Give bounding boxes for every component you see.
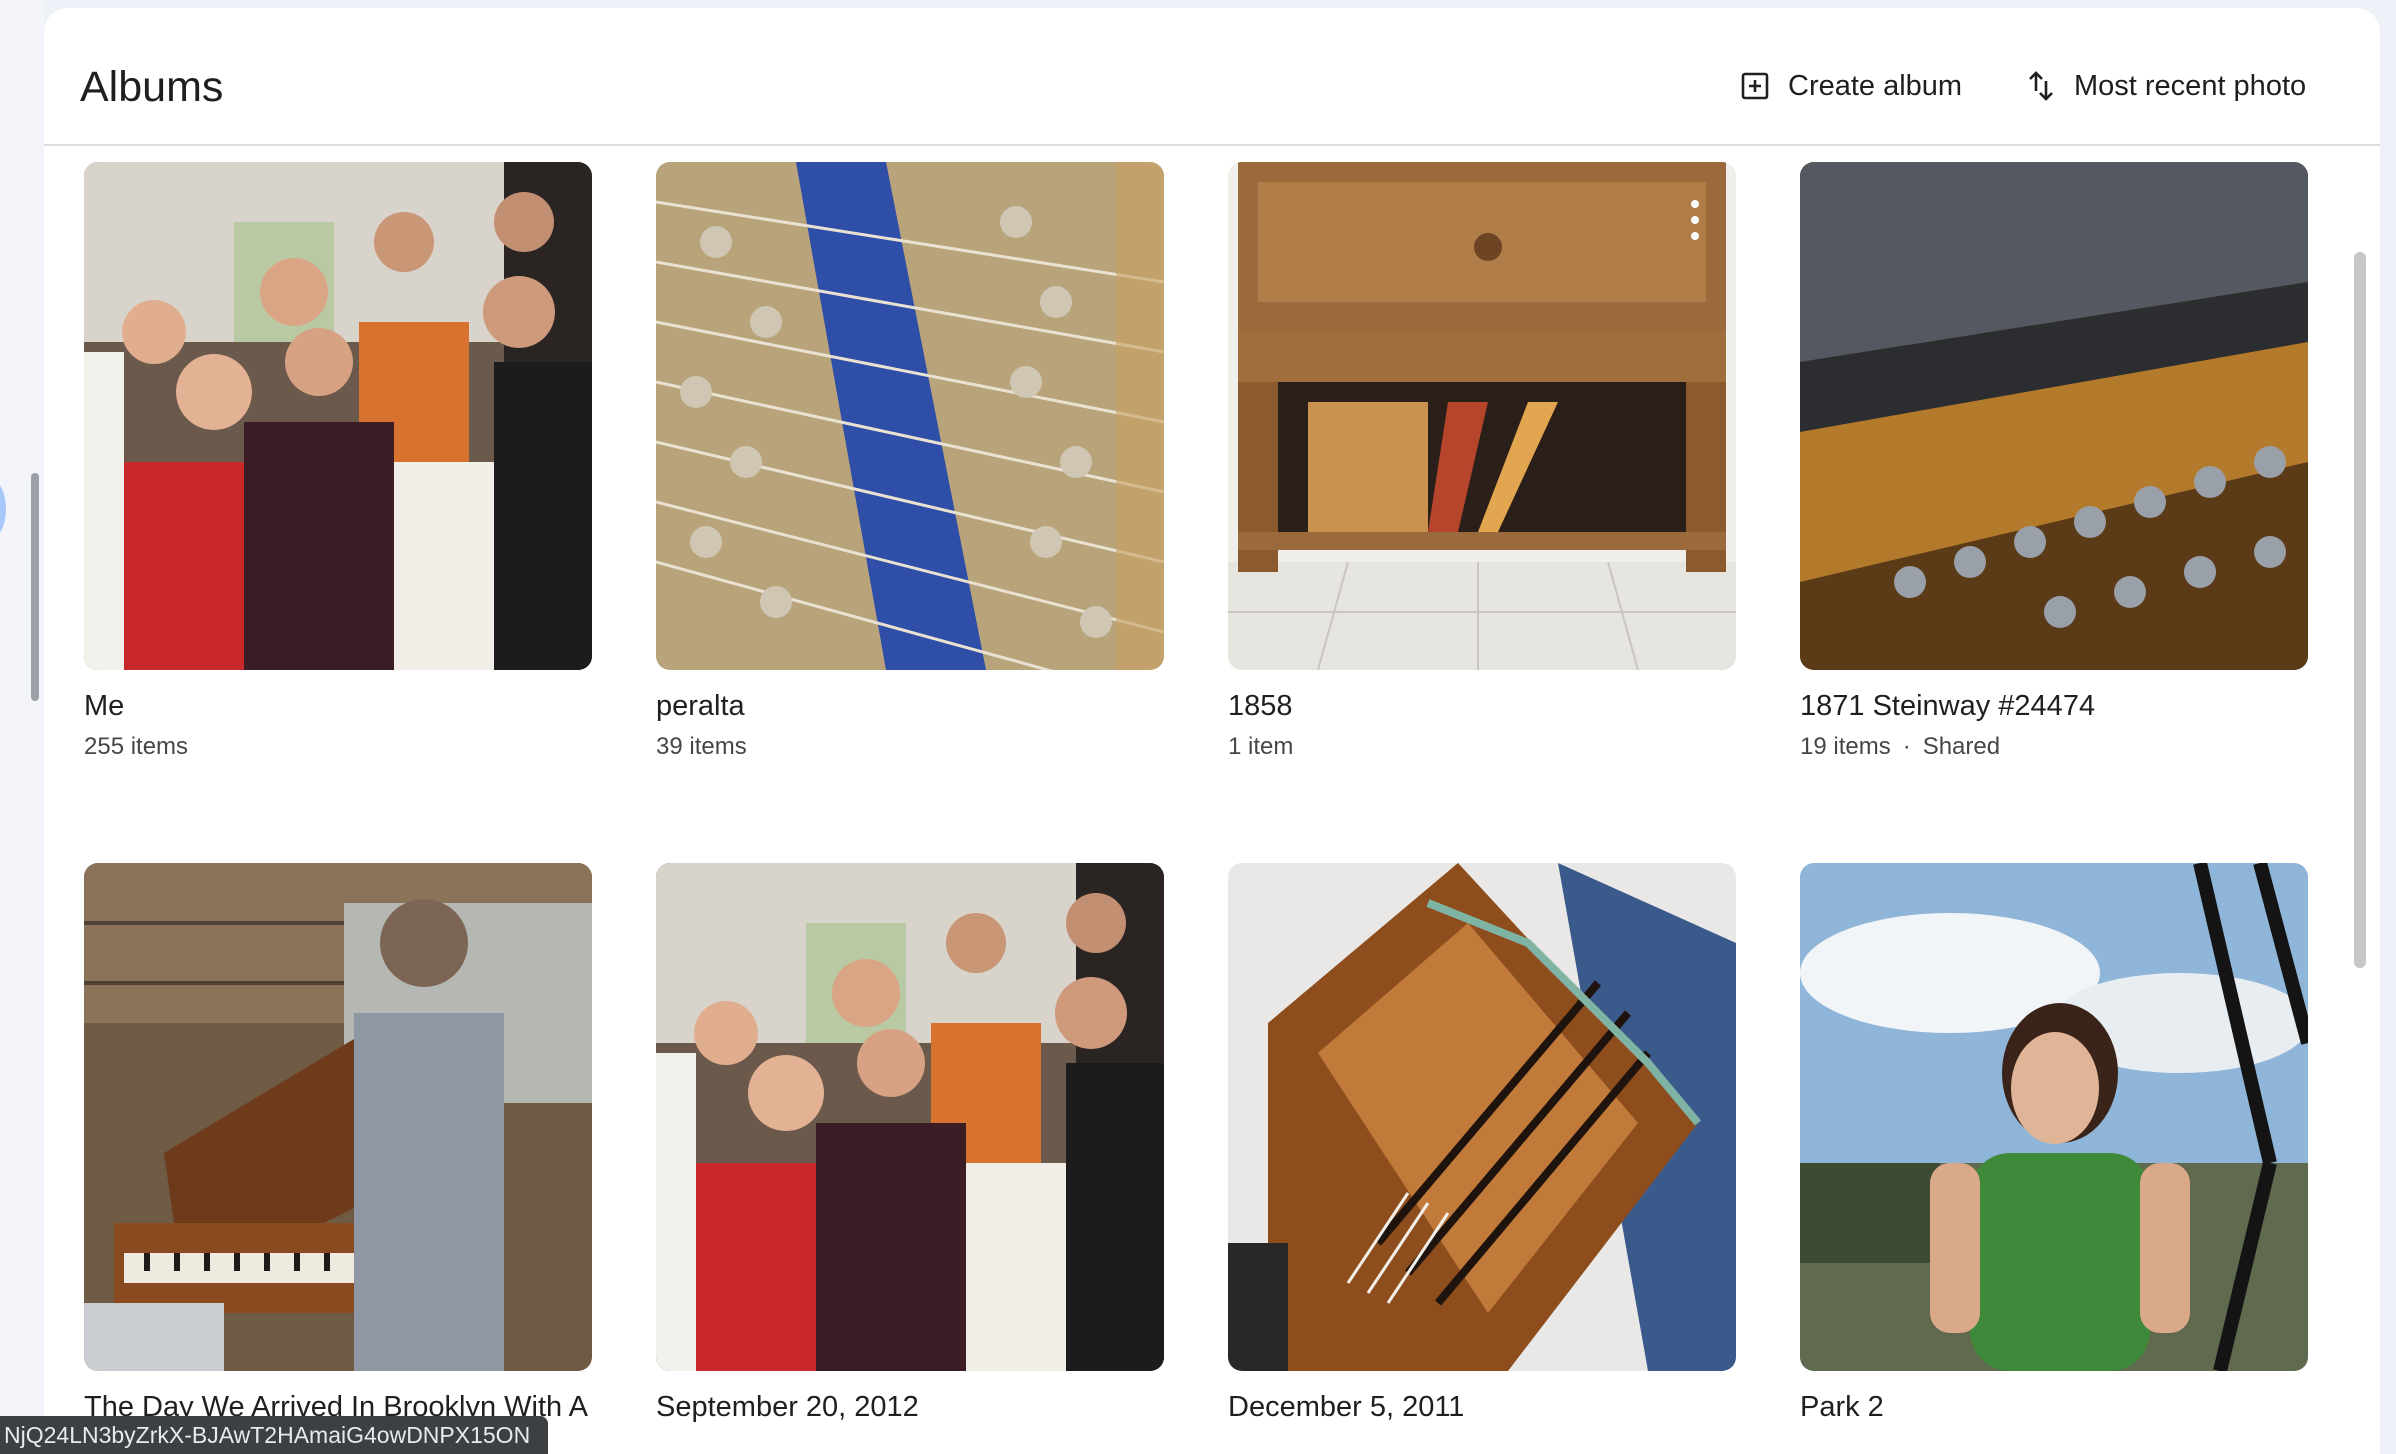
album-card-peralta[interactable]: peralta 39 items: [656, 162, 1164, 761]
album-cover-image: [1228, 863, 1736, 1371]
meta-separator: ·: [1902, 733, 1911, 760]
album-item-count: 19 items: [1800, 733, 1891, 760]
album-title[interactable]: peralta: [656, 690, 1164, 723]
album-title[interactable]: 1858: [1228, 690, 1736, 723]
album-title[interactable]: Park 2: [1800, 1391, 2308, 1424]
album-card-1858[interactable]: 1858 1 item: [1228, 162, 1736, 761]
album-item-count: 255 items: [84, 733, 189, 760]
albums-scrollbar-thumb[interactable]: [2354, 252, 2366, 968]
nav-scrollbar[interactable]: [31, 473, 39, 701]
swap-vert-icon: [2029, 71, 2053, 101]
album-title[interactable]: December 5, 2011: [1228, 1391, 1736, 1424]
create-album-button[interactable]: Create album: [1740, 62, 1962, 110]
album-card-september-20-2012[interactable]: September 20, 2012: [656, 863, 1164, 1424]
album-cover[interactable]: [84, 162, 592, 670]
album-cover[interactable]: [84, 863, 592, 1371]
sort-label: Most recent photo: [2074, 69, 2307, 102]
album-title[interactable]: Me: [84, 690, 592, 723]
album-cover[interactable]: [1228, 162, 1736, 670]
album-cover-image: [1800, 162, 2308, 670]
albums-header: Albums Create album Most recent photo: [44, 8, 2380, 146]
album-shared-label: Shared: [1922, 733, 2001, 760]
album-cover[interactable]: [1800, 162, 2308, 670]
album-title[interactable]: 1871 Steinway #24474: [1800, 690, 2308, 723]
more-vert-icon[interactable]: [1688, 200, 1702, 246]
link-status-bar: NjQ24LN3byZrkX-BJAwT2HAmaiG4owDNPX15ON: [0, 1416, 549, 1454]
album-cover[interactable]: [1228, 863, 1736, 1371]
album-cover-image: [656, 863, 1164, 1371]
album-cover[interactable]: [656, 863, 1164, 1371]
album-cover-image: [1800, 863, 2308, 1371]
album-cover-image: [1228, 162, 1736, 670]
create-album-label: Create album: [1788, 69, 1963, 102]
album-title[interactable]: September 20, 2012: [656, 1391, 1164, 1424]
album-cover[interactable]: [1800, 863, 2308, 1371]
album-meta: 255 items: [84, 733, 592, 761]
album-card-me[interactable]: Me 255 items: [84, 162, 592, 761]
album-cover-image: [84, 162, 592, 670]
albums-panel: Albums Create album Most recent photo Me…: [44, 8, 2380, 1454]
album-meta: 19 items · Shared: [1800, 733, 2308, 761]
album-cover-image: [84, 863, 592, 1371]
album-card-park-2[interactable]: Park 2: [1800, 863, 2308, 1424]
albums-scrollbar[interactable]: [2350, 146, 2366, 1436]
album-item-count: 1 item: [1228, 733, 1294, 760]
album-cover[interactable]: [656, 162, 1164, 670]
sort-button[interactable]: Most recent photo: [2026, 62, 2306, 110]
album-card-1871-steinway[interactable]: 1871 Steinway #24474 19 items · Shared: [1800, 162, 2308, 761]
left-nav-strip: [0, 0, 44, 1454]
album-meta: 1 item: [1228, 733, 1736, 761]
album-meta: 39 items: [656, 733, 1164, 761]
page-title: Albums: [80, 63, 224, 111]
album-card-brooklyn[interactable]: The Day We Arrived In Brooklyn With A: [84, 863, 592, 1424]
album-item-count: 39 items: [656, 733, 747, 760]
album-card-december-5-2011[interactable]: December 5, 2011: [1228, 863, 1736, 1424]
album-cover-image: [656, 162, 1164, 670]
add-box-icon: [1741, 72, 1769, 100]
